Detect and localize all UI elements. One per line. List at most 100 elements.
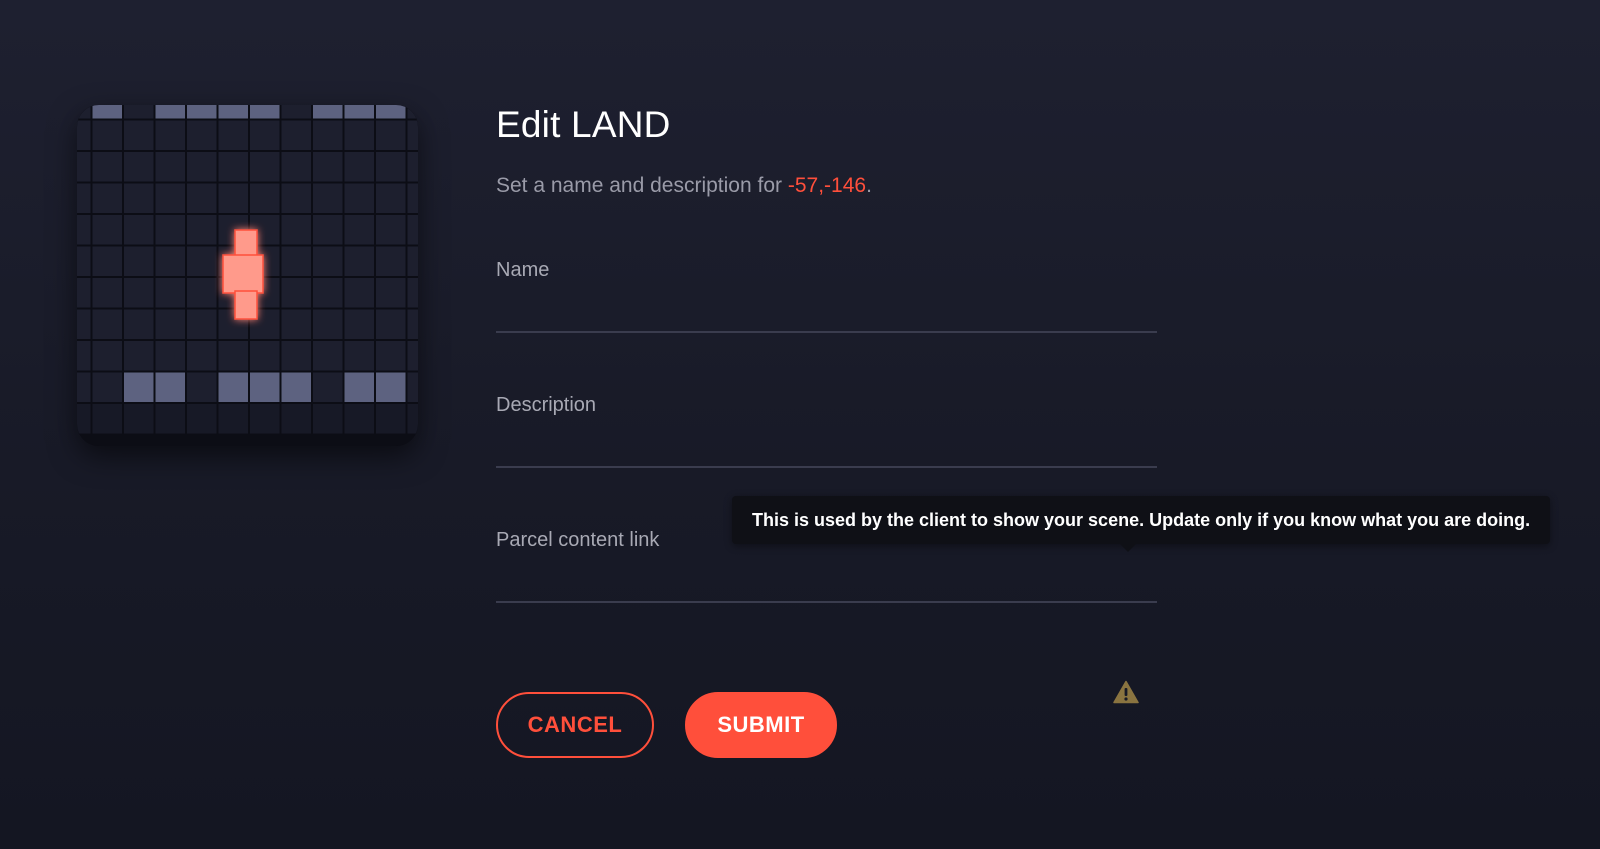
parcel-tile bbox=[92, 404, 122, 434]
content-link-input[interactable] bbox=[496, 565, 1157, 603]
owned-parcel-tile bbox=[250, 372, 280, 402]
parcel-tile bbox=[77, 215, 91, 245]
parcel-tile bbox=[344, 341, 374, 371]
parcel-tile bbox=[250, 341, 280, 371]
parcel-tile bbox=[218, 152, 248, 182]
parcel-tile bbox=[344, 246, 374, 276]
parcel-tile bbox=[281, 278, 311, 308]
content-link-label: Parcel content link bbox=[496, 529, 660, 551]
parcel-tile bbox=[124, 246, 154, 276]
parcel-tile bbox=[92, 152, 122, 182]
parcel-tile bbox=[77, 183, 91, 213]
owned-parcel-tile bbox=[313, 105, 343, 119]
parcel-tile bbox=[77, 309, 91, 339]
owned-parcel-tile bbox=[155, 105, 185, 119]
parcel-tile bbox=[77, 341, 91, 371]
warning-triangle-icon[interactable] bbox=[1113, 680, 1139, 704]
parcel-tile bbox=[77, 372, 91, 402]
name-label: Name bbox=[496, 259, 550, 281]
description-label: Description bbox=[496, 394, 597, 416]
parcel-tile bbox=[344, 120, 374, 150]
parcel-tile bbox=[187, 404, 217, 434]
parcel-tile bbox=[407, 372, 418, 402]
subtitle-period: . bbox=[866, 174, 872, 197]
parcel-tile bbox=[344, 152, 374, 182]
parcel-tile bbox=[187, 309, 217, 339]
parcel-tile bbox=[407, 341, 418, 371]
parcel-tile bbox=[124, 120, 154, 150]
parcel-tile bbox=[124, 278, 154, 308]
parcel-tile bbox=[407, 278, 418, 308]
parcel-tile bbox=[313, 246, 343, 276]
parcel-tile bbox=[124, 404, 154, 434]
parcel-tile bbox=[407, 105, 418, 119]
parcel-map bbox=[77, 105, 418, 446]
cancel-button[interactable]: CANCEL bbox=[496, 692, 654, 758]
owned-parcel-tile bbox=[250, 105, 280, 119]
parcel-tile bbox=[281, 183, 311, 213]
submit-button[interactable]: SUBMIT bbox=[685, 692, 837, 758]
parcel-tile bbox=[250, 152, 280, 182]
parcel-tile bbox=[187, 120, 217, 150]
parcel-tile bbox=[124, 183, 154, 213]
owned-parcel-tile bbox=[344, 105, 374, 119]
parcel-tile bbox=[407, 404, 418, 434]
parcel-tile bbox=[187, 341, 217, 371]
parcel-tile bbox=[313, 183, 343, 213]
parcel-tile bbox=[92, 215, 122, 245]
parcel-tile bbox=[313, 120, 343, 150]
parcel-tile bbox=[187, 278, 217, 308]
owned-parcel-tile bbox=[376, 372, 406, 402]
description-input[interactable] bbox=[496, 430, 1157, 468]
parcel-tile bbox=[155, 152, 185, 182]
parcel-tile bbox=[376, 215, 406, 245]
name-input[interactable] bbox=[496, 295, 1157, 333]
owned-parcel-tile bbox=[92, 105, 122, 119]
parcel-tile bbox=[187, 215, 217, 245]
owned-parcel-tile bbox=[376, 105, 406, 119]
parcel-tile bbox=[155, 183, 185, 213]
parcel-tile bbox=[92, 246, 122, 276]
parcel-tile bbox=[313, 404, 343, 434]
parcel-tile bbox=[313, 215, 343, 245]
parcel-tile bbox=[124, 105, 154, 119]
parcel-tile bbox=[77, 120, 91, 150]
parcel-tile bbox=[155, 309, 185, 339]
parcel-tile bbox=[407, 215, 418, 245]
parcel-tile bbox=[281, 404, 311, 434]
parcel-tile bbox=[344, 183, 374, 213]
parcel-tile bbox=[344, 404, 374, 434]
page-subtitle: Set a name and description for -57,-146. bbox=[496, 174, 872, 198]
parcel-tile bbox=[407, 120, 418, 150]
parcel-tile bbox=[155, 404, 185, 434]
owned-parcel-tile bbox=[218, 105, 248, 119]
parcel-tile bbox=[77, 105, 91, 119]
parcel-tile bbox=[281, 309, 311, 339]
parcel-tile bbox=[124, 341, 154, 371]
parcel-tile bbox=[155, 246, 185, 276]
content-link-tooltip: This is used by the client to show your … bbox=[732, 496, 1551, 544]
parcel-tile bbox=[407, 246, 418, 276]
parcel-tile bbox=[344, 309, 374, 339]
parcel-tile bbox=[155, 120, 185, 150]
parcel-tile bbox=[376, 246, 406, 276]
parcel-tile bbox=[77, 246, 91, 276]
parcel-tile bbox=[281, 246, 311, 276]
parcel-tile bbox=[77, 404, 91, 434]
owned-parcel-tile bbox=[281, 372, 311, 402]
owned-parcel-tile bbox=[344, 372, 374, 402]
parcel-tile bbox=[124, 215, 154, 245]
parcel-tile bbox=[281, 152, 311, 182]
parcel-tile bbox=[92, 120, 122, 150]
parcel-tile bbox=[155, 341, 185, 371]
owned-parcel-tile bbox=[155, 372, 185, 402]
parcel-tile bbox=[187, 152, 217, 182]
parcel-tile bbox=[376, 120, 406, 150]
parcel-tile bbox=[407, 183, 418, 213]
page-title: Edit LAND bbox=[496, 104, 671, 145]
parcel-tile bbox=[407, 152, 418, 182]
parcel-tile bbox=[313, 278, 343, 308]
parcel-tile bbox=[92, 183, 122, 213]
parcel-tile bbox=[313, 341, 343, 371]
parcel-tile bbox=[344, 215, 374, 245]
